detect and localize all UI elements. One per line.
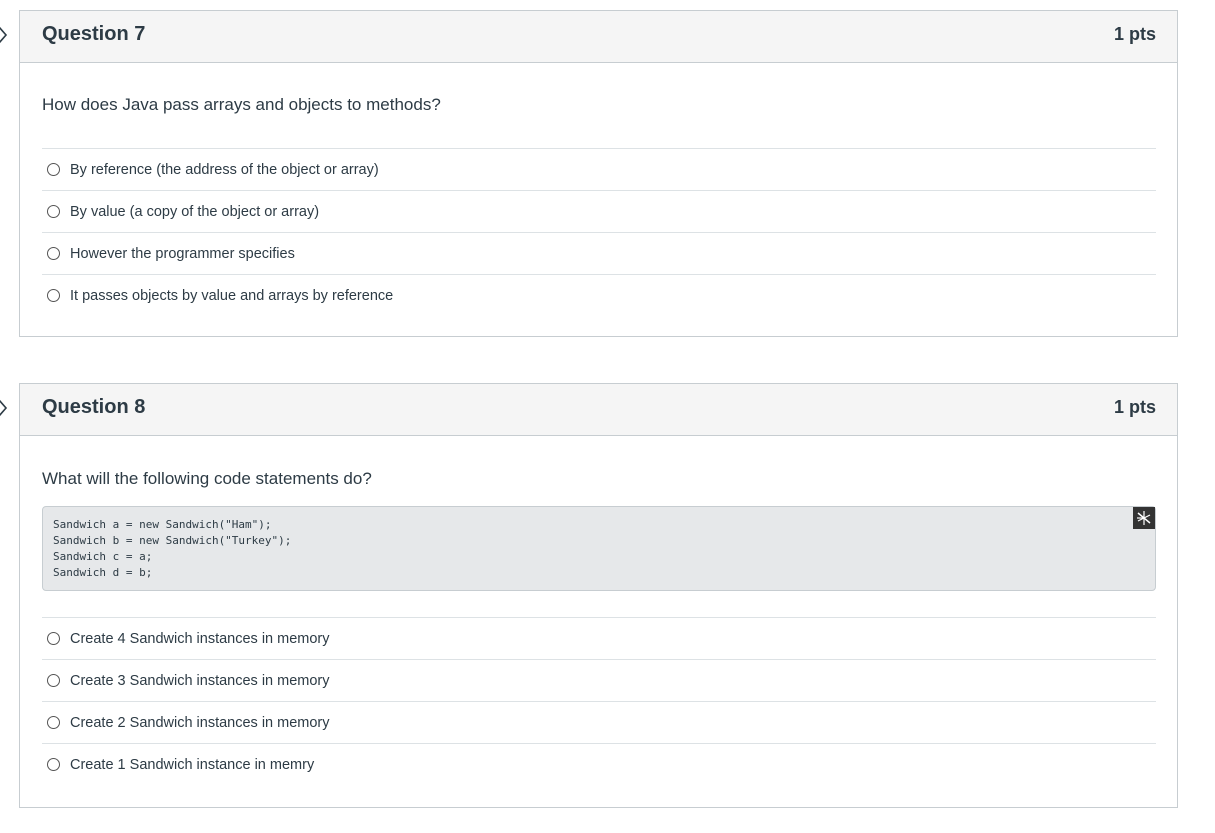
question-body: How does Java pass arrays and objects to… [20,63,1177,316]
answer-option[interactable]: However the programmer specifies [42,233,1156,275]
answer-list: By reference (the address of the object … [42,148,1156,316]
answer-option[interactable]: Create 4 Sandwich instances in memory [42,618,1156,660]
radio-button[interactable] [47,289,60,302]
answer-option[interactable]: It passes objects by value and arrays by… [42,275,1156,316]
answer-label[interactable]: Create 4 Sandwich instances in memory [70,631,330,647]
answer-label[interactable]: By reference (the address of the object … [70,162,379,178]
answer-option[interactable]: Create 3 Sandwich instances in memory [42,660,1156,702]
code-line: Sandwich d = b; [53,566,153,579]
answer-option[interactable]: Create 2 Sandwich instances in memory [42,702,1156,744]
question-7: Question 7 1 pts How does Java pass arra… [19,10,1178,337]
code-tool-icon[interactable] [1133,507,1155,529]
answer-label[interactable]: However the programmer specifies [70,246,295,262]
question-body: What will the following code statements … [20,436,1177,785]
answer-option[interactable]: Create 1 Sandwich instance in memry [42,744,1156,785]
question-title: Question 7 [42,23,146,45]
radio-button[interactable] [47,674,60,687]
radio-button[interactable] [47,205,60,218]
question-text: What will the following code statements … [42,469,372,488]
radio-button[interactable] [47,632,60,645]
radio-button[interactable] [47,247,60,260]
answer-label[interactable]: It passes objects by value and arrays by… [70,288,393,304]
answer-label[interactable]: By value (a copy of the object or array) [70,204,319,220]
answer-label[interactable]: Create 2 Sandwich instances in memory [70,715,330,731]
answer-option[interactable]: By value (a copy of the object or array) [42,191,1156,233]
answer-label[interactable]: Create 3 Sandwich instances in memory [70,673,330,689]
question-title: Question 8 [42,396,146,418]
question-points: 1 pts [1113,397,1156,417]
code-line: Sandwich c = a; [53,550,153,563]
question-8: Question 8 1 pts What will the following… [19,383,1178,808]
question-text: How does Java pass arrays and objects to… [42,95,441,114]
radio-button[interactable] [47,758,60,771]
flag-question-icon[interactable] [0,398,9,418]
answer-option[interactable]: By reference (the address of the object … [42,149,1156,191]
question-points: 1 pts [1113,24,1156,44]
code-block: Sandwich a = new Sandwich("Ham"); Sandwi… [42,506,1156,591]
answer-list: Create 4 Sandwich instances in memory Cr… [42,617,1156,785]
question-header: Question 7 1 pts [20,11,1177,63]
radio-button[interactable] [47,163,60,176]
code-line: Sandwich a = new Sandwich("Ham"); [53,518,272,531]
question-header: Question 8 1 pts [20,384,1177,436]
code-line: Sandwich b = new Sandwich("Turkey"); [53,534,292,547]
radio-button[interactable] [47,716,60,729]
flag-question-icon[interactable] [0,25,9,45]
answer-label[interactable]: Create 1 Sandwich instance in memry [70,757,314,773]
